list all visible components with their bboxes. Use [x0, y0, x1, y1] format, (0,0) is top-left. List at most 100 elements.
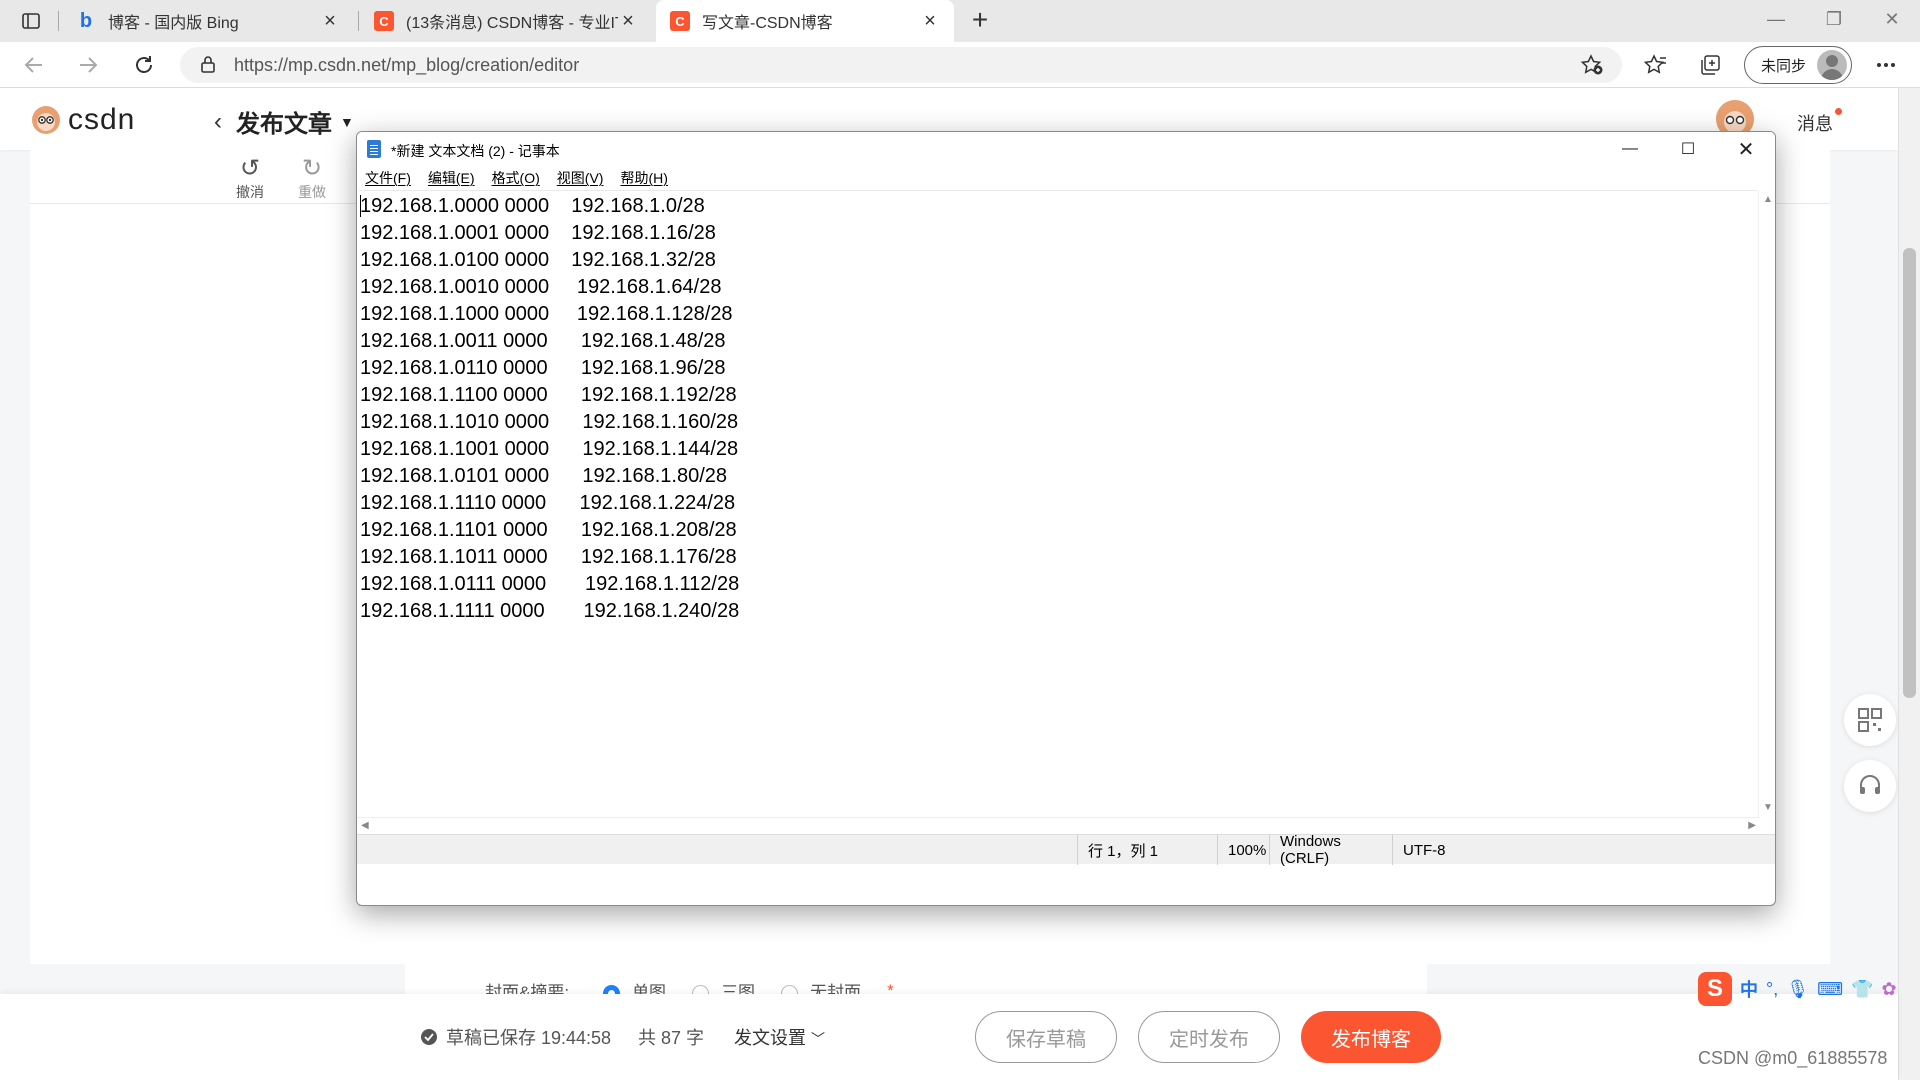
schedule-publish-button[interactable]: 定时发布 — [1138, 1011, 1280, 1063]
zoom-level: 100% — [1217, 835, 1269, 865]
menu-format[interactable]: 格式(O) — [492, 168, 540, 188]
logo-text: csdn — [68, 103, 136, 136]
notepad-vertical-scrollbar[interactable]: ▲ ▼ — [1758, 190, 1775, 817]
back-icon[interactable] — [18, 50, 50, 80]
scrollbar-thumb[interactable] — [1903, 248, 1916, 698]
notepad-text-area[interactable]: 192.168.1.0000 0000 192.168.1.0/28 192.16… — [359, 190, 1757, 817]
notepad-horizontal-scrollbar[interactable]: ◀ ▶ — [357, 817, 1760, 834]
favorites-icon[interactable] — [1640, 50, 1672, 80]
url-field[interactable]: https://mp.csdn.net/mp_blog/creation/edi… — [180, 47, 1622, 83]
tab-title: 写文章-CSDN博客 — [702, 15, 833, 32]
add-favorite-icon[interactable] — [1580, 54, 1604, 81]
csdn-logo[interactable]: csdn — [30, 103, 135, 137]
csdn-icon: C — [374, 11, 394, 31]
restore-icon[interactable]: ❐ — [1806, 0, 1862, 38]
lock-icon[interactable] — [200, 55, 216, 78]
menu-help[interactable]: 帮助(H) — [620, 168, 667, 188]
collections-icon[interactable] — [1694, 50, 1726, 80]
save-status-text: 草稿已保存 19:44:58 — [446, 1028, 612, 1048]
menu-file[interactable]: 文件(F) — [365, 168, 411, 188]
undo-label: 撤消 — [236, 184, 264, 200]
refresh-icon[interactable] — [128, 50, 160, 80]
microphone-icon[interactable]: 🎙 — [1786, 979, 1809, 1000]
text-line: 192.168.1.1111 0000 192.168.1.240/28 — [360, 600, 740, 622]
text-line: 192.168.1.1011 0000 192.168.1.176/28 — [360, 546, 737, 568]
tab-actions-icon[interactable] — [14, 8, 48, 34]
notepad-icon — [367, 140, 381, 158]
page-title-text: 发布文章 — [236, 111, 332, 138]
notepad-maximize-icon[interactable]: ☐ — [1659, 132, 1717, 166]
tab-csdn-blog[interactable]: C (13条消息) CSDN博客 - 专业IT技 × — [360, 0, 652, 42]
close-window-icon[interactable]: ✕ — [1864, 0, 1920, 38]
punctuation-icon[interactable]: °, — [1766, 979, 1778, 1000]
customer-service-button[interactable] — [1844, 760, 1896, 812]
ime-language-toggle[interactable]: 中 — [1740, 976, 1758, 1002]
text-line: 192.168.1.1001 0000 192.168.1.144/28 — [360, 438, 739, 460]
post-settings-label: 发文设置 — [734, 1028, 806, 1048]
undo-button[interactable]: ↺ 撤消 — [224, 156, 276, 202]
publish-bar: 草稿已保存 19:44:58 共 87 字 发文设置 ﹀ 保存草稿 定时发布 发… — [0, 994, 1898, 1080]
qr-code-button[interactable] — [1844, 694, 1896, 746]
back-chevron-icon[interactable]: ‹ — [214, 108, 222, 136]
text-line: 192.168.1.0110 0000 192.168.1.96/28 — [360, 357, 726, 379]
notepad-close-icon[interactable]: ✕ — [1717, 132, 1775, 166]
close-icon[interactable]: × — [320, 10, 340, 33]
address-bar-row: https://mp.csdn.net/mp_blog/creation/edi… — [0, 42, 1920, 88]
save-draft-button[interactable]: 保存草稿 — [975, 1011, 1117, 1063]
encoding: UTF-8 — [1392, 835, 1512, 865]
text-line: 192.168.1.1010 0000 192.168.1.160/28 — [360, 411, 739, 433]
sync-label: 未同步 — [1761, 57, 1807, 75]
text-line: 192.168.1.1100 0000 192.168.1.192/28 — [360, 384, 737, 406]
sync-button[interactable]: 未同步 — [1744, 46, 1852, 84]
menu-view[interactable]: 视图(V) — [557, 168, 604, 188]
notepad-title-bar[interactable]: *新建 文本文档 (2) - 记事本 — ☐ ✕ — [357, 132, 1775, 166]
scroll-up-icon[interactable]: ▲ — [1763, 194, 1773, 205]
page-scrollbar[interactable] — [1898, 88, 1920, 1080]
notepad-menu-bar: 文件(F) 编辑(E) 格式(O) 视图(V) 帮助(H) — [357, 166, 1775, 190]
redo-label: 重做 — [298, 184, 326, 200]
word-count: 共 87 字 — [638, 1028, 705, 1048]
notepad-status-bar: 行 1，列 1 100% Windows (CRLF) UTF-8 — [357, 833, 1775, 867]
caret-down-icon[interactable]: ▼ — [340, 114, 354, 130]
csdn-logo-icon — [32, 106, 60, 134]
new-tab-icon[interactable]: + — [965, 6, 995, 36]
tab-title: (13条消息) CSDN博客 - 专业IT技 — [406, 15, 618, 32]
text-line: 192.168.1.1101 0000 192.168.1.208/28 — [360, 519, 737, 541]
toolbox-icon[interactable]: ✿ — [1881, 979, 1896, 1000]
redo-icon: ↻ — [301, 155, 323, 182]
messages-link[interactable]: 消息 — [1797, 110, 1833, 136]
tab-separator — [58, 11, 59, 31]
publish-button[interactable]: 发布博客 — [1301, 1011, 1441, 1063]
csdn-icon: C — [670, 11, 690, 31]
skin-icon[interactable]: 👕 — [1851, 979, 1873, 1000]
chevron-down-icon: ﹀ — [811, 1031, 826, 1047]
scroll-right-icon[interactable]: ▶ — [1748, 820, 1756, 831]
csdn-watermark: CSDN @m0_61885578 — [1698, 1048, 1888, 1068]
text-caret — [360, 195, 361, 217]
notification-dot — [1835, 108, 1842, 115]
forward-icon[interactable] — [72, 50, 104, 80]
tab-bing[interactable]: b 博客 - 国内版 Bing × — [62, 0, 354, 42]
notepad-window[interactable]: *新建 文本文档 (2) - 记事本 — ☐ ✕ 文件(F) 编辑(E) 格式(… — [356, 131, 1776, 906]
notepad-minimize-icon[interactable]: — — [1601, 132, 1659, 166]
post-settings-dropdown[interactable]: 发文设置 ﹀ — [734, 1024, 825, 1050]
close-icon[interactable]: × — [618, 10, 638, 33]
save-status: 草稿已保存 19:44:58 — [420, 1024, 611, 1050]
bing-icon: b — [79, 9, 93, 32]
menu-edit[interactable]: 编辑(E) — [428, 168, 475, 188]
text-line: 192.168.1.1110 0000 192.168.1.224/28 — [360, 492, 736, 514]
qr-code-icon — [1858, 708, 1882, 732]
sogou-icon[interactable]: S — [1698, 972, 1732, 1006]
text-line: 192.168.1.0011 0000 192.168.1.48/28 — [360, 330, 726, 352]
text-line: 192.168.1.0101 0000 192.168.1.80/28 — [360, 465, 727, 487]
tab-write-article[interactable]: C 写文章-CSDN博客 × — [656, 0, 954, 42]
minimize-icon[interactable]: — — [1748, 0, 1804, 38]
keyboard-icon[interactable]: ⌨ — [1817, 979, 1843, 1000]
more-options-icon[interactable] — [1870, 50, 1902, 80]
scroll-down-icon[interactable]: ▼ — [1763, 802, 1773, 813]
text-line: 192.168.1.0010 0000 192.168.1.64/28 — [360, 276, 722, 298]
redo-button[interactable]: ↻ 重做 — [286, 156, 338, 202]
close-icon[interactable]: × — [920, 10, 940, 33]
url-text: https://mp.csdn.net/mp_blog/creation/edi… — [234, 55, 580, 75]
scroll-left-icon[interactable]: ◀ — [361, 820, 369, 831]
